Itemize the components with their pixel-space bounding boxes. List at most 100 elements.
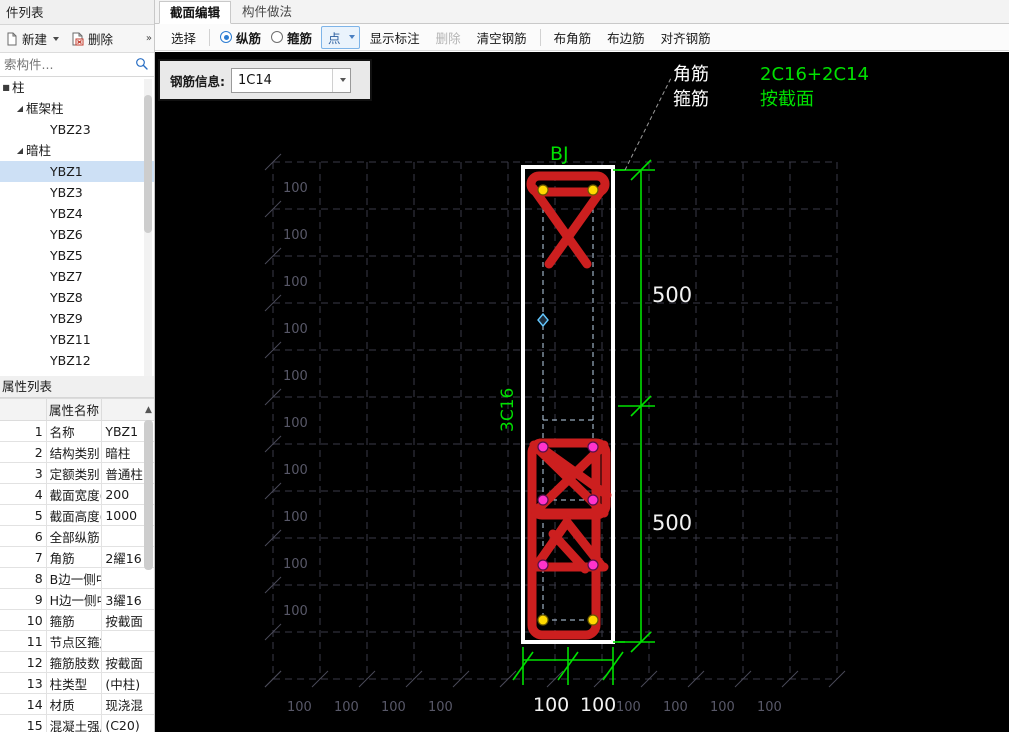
tree-expander-icon[interactable]: ◢ — [14, 98, 26, 119]
tab-section-edit[interactable]: 截面编辑 — [159, 1, 232, 24]
property-name-cell: 箍筋肢数 — [45, 651, 103, 673]
chevron-down-icon[interactable] — [348, 35, 355, 39]
table-row[interactable]: 2 结构类别 暗柱 — [0, 441, 154, 463]
rebar-point-corner[interactable] — [587, 614, 599, 626]
table-row[interactable]: 4截面宽度(B边)(...200 — [0, 483, 154, 505]
tree-item-暗柱[interactable]: ◢ 暗柱 — [0, 140, 154, 161]
search-icon[interactable] — [135, 57, 148, 73]
grid-label-left: 100 — [283, 463, 308, 478]
tree-item-ybz3[interactable]: YBZ3 — [0, 182, 154, 203]
grid-label-bottom: 100 — [381, 700, 406, 715]
stirrup-v-middle[interactable] — [532, 517, 606, 570]
toolbar-overflow-icon[interactable]: » — [146, 33, 152, 44]
tree-item-ybz11[interactable]: YBZ11 — [0, 329, 154, 350]
property-row-index: 3 — [0, 462, 47, 484]
grid-label-left: 100 — [283, 181, 308, 196]
table-row[interactable]: 9H边一侧中部筋3䌦16 — [0, 588, 154, 610]
place-corner-rebar-button[interactable]: 布角筋 — [546, 26, 600, 49]
rebar-point-middle[interactable] — [537, 441, 549, 453]
grid-label-left: 100 — [283, 322, 308, 337]
table-row[interactable]: 5截面高度(H边)(...1000 — [0, 504, 154, 526]
property-value-cell[interactable]: (C20) — [101, 714, 154, 732]
table-row[interactable]: 11节点区箍筋 — [0, 630, 154, 652]
rebar-info-value[interactable]: 1C14 — [232, 73, 332, 88]
radio-longitudinal-indicator-icon[interactable] — [220, 31, 233, 43]
tree-item-ybz4[interactable]: YBZ4 — [0, 203, 154, 224]
radio-longitudinal-label: 纵筋 — [236, 30, 262, 46]
property-value-cell[interactable] — [101, 630, 154, 652]
property-name-cell: 名称 — [45, 420, 103, 442]
tree-item-ybz23[interactable]: YBZ23 — [0, 119, 154, 140]
rebar-points[interactable] — [537, 184, 599, 626]
property-row-index: 14 — [0, 693, 47, 715]
section-drawing-svg[interactable]: 100100100100100100100100100100100 100 100 1… — [155, 52, 1009, 732]
radio-stirrup-label: 箍筋 — [287, 30, 313, 46]
tree-item-框架柱[interactable]: ◢ 框架柱 — [0, 98, 154, 119]
property-name-cell: 柱类型 — [45, 672, 103, 694]
rebar-point-corner[interactable] — [537, 614, 549, 626]
tree-item-ybz1[interactable]: YBZ1 — [0, 161, 154, 182]
property-value-cell[interactable]: 按截面 — [101, 609, 154, 631]
property-value-cell[interactable]: 3䌦16 — [101, 588, 154, 610]
tree-expander-icon[interactable]: ■ — [0, 77, 12, 98]
tree-expander-icon[interactable]: ◢ — [14, 140, 26, 161]
table-row[interactable]: 14 材质 现浇混 — [0, 693, 154, 715]
tab-component-method[interactable]: 构件做法 — [231, 0, 303, 23]
selection-handle[interactable] — [537, 312, 549, 328]
radio-stirrup-indicator-icon[interactable] — [271, 31, 284, 43]
component-tree[interactable]: ■ 柱 ◢ 框架柱 YBZ23 ◢ 暗柱 YBZ1 YBZ3 YBZ4 YBZ6 YBZ5 YBZ7 YB… — [0, 77, 154, 387]
clear-rebar-button[interactable]: 清空钢筋 — [469, 26, 535, 49]
rebar-point-middle[interactable] — [537, 494, 549, 506]
rebar-info-combobox[interactable]: 1C14 — [231, 67, 351, 93]
property-name-header: 属性名称 — [45, 398, 103, 421]
property-value-cell[interactable]: 按截面 — [101, 651, 154, 673]
table-row[interactable]: 13 柱类型 (中柱) — [0, 672, 154, 694]
rebar-point-corner[interactable] — [587, 184, 599, 196]
rebar-dropdown-arrow-icon[interactable] — [332, 68, 350, 92]
property-name-cell: 结构类别 — [45, 441, 103, 463]
rebar-point-middle[interactable] — [587, 441, 599, 453]
rebar-point-middle[interactable] — [537, 559, 549, 571]
tree-scrollbar-thumb[interactable] — [144, 95, 152, 233]
table-row[interactable]: 3 定额类别 普通柱 — [0, 462, 154, 484]
table-row[interactable]: 15混凝土强度等级(C20) — [0, 714, 154, 732]
table-row[interactable]: 12 箍筋肢数 按截面 — [0, 651, 154, 673]
rebar-point-corner[interactable] — [537, 184, 549, 196]
property-value-cell[interactable] — [101, 567, 154, 589]
tree-item-ybz5[interactable]: YBZ5 — [0, 245, 154, 266]
radio-stirrup[interactable]: 箍筋 — [266, 28, 317, 47]
select-tool-button[interactable]: 选择 — [163, 26, 204, 49]
tree-item-ybz8[interactable]: YBZ8 — [0, 287, 154, 308]
search-input[interactable] — [4, 57, 124, 72]
section-drawing-canvas[interactable]: 100 100 100 100 100 100 100 100 100 100 100 100 100 1… — [155, 52, 1009, 732]
table-row[interactable]: 10 箍筋 按截面 — [0, 609, 154, 631]
show-annotation-button[interactable]: 显示标注 — [362, 26, 428, 49]
table-row[interactable]: 7 角筋 2䌦16 — [0, 546, 154, 568]
point-mode-button[interactable]: 点 — [321, 25, 360, 49]
toolbar-separator — [209, 28, 211, 46]
place-edge-rebar-button[interactable]: 布边筋 — [599, 26, 653, 49]
grid-label-left: 100 — [283, 510, 308, 525]
delete-button[interactable]: 删除 — [68, 27, 116, 50]
property-scroll-up-icon[interactable]: ▲ — [144, 404, 153, 416]
tree-item-ybz7[interactable]: YBZ7 — [0, 266, 154, 287]
tree-item-ybz6[interactable]: YBZ6 — [0, 224, 154, 245]
table-row[interactable]: 1 名称 YBZ1 — [0, 420, 154, 442]
new-button[interactable]: 新建 — [2, 27, 62, 50]
new-dropdown-caret-icon[interactable] — [53, 36, 60, 41]
radio-longitudinal-rebar[interactable]: 纵筋 — [215, 28, 266, 47]
property-value-cell[interactable]: (中柱) — [101, 672, 154, 694]
table-row[interactable]: 8B边一侧中部筋 — [0, 567, 154, 589]
property-row-index: 9 — [0, 588, 47, 610]
tree-item-ybz9[interactable]: YBZ9 — [0, 308, 154, 329]
property-value-cell[interactable]: 现浇混 — [101, 693, 154, 715]
align-rebar-button[interactable]: 对齐钢筋 — [653, 26, 719, 49]
property-row-index: 12 — [0, 651, 47, 673]
rebar-point-middle[interactable] — [587, 494, 599, 506]
table-row[interactable]: 6 全部纵筋 — [0, 525, 154, 547]
tree-item-柱[interactable]: ■ 柱 — [0, 77, 154, 98]
property-scrollbar-thumb[interactable] — [144, 420, 153, 570]
tree-item-ybz12[interactable]: YBZ12 — [0, 350, 154, 371]
rebar-point-middle[interactable] — [587, 559, 599, 571]
rebar-info-bar: 钢筋信息: 1C14 — [158, 59, 372, 101]
